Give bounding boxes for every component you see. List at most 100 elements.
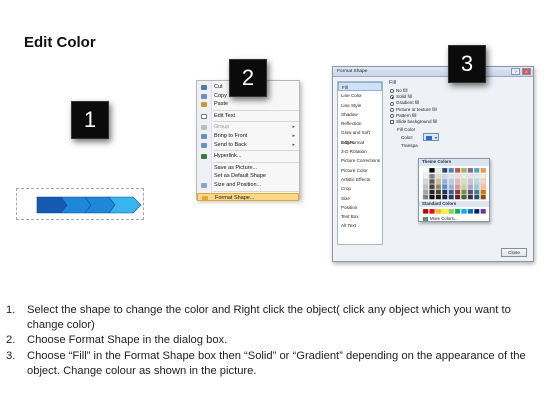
color-swatch[interactable]: [442, 168, 448, 173]
color-swatch[interactable]: [454, 189, 461, 195]
color-swatch[interactable]: [429, 168, 435, 173]
menu-item-paste[interactable]: Paste: [197, 100, 299, 109]
chevron-arrow-shape[interactable]: [17, 189, 145, 221]
color-swatch[interactable]: [423, 173, 429, 179]
standard-color-swatch[interactable]: [448, 209, 454, 214]
standard-color-swatch[interactable]: [429, 209, 435, 214]
color-swatch[interactable]: [467, 179, 474, 184]
category-3-d-rotation[interactable]: 3-D Rotation: [338, 147, 382, 156]
color-swatch[interactable]: [423, 194, 429, 200]
color-swatch[interactable]: [448, 194, 454, 200]
color-swatch[interactable]: [429, 194, 435, 200]
color-swatch[interactable]: [467, 194, 474, 200]
category-picture-corrections[interactable]: Picture Corrections: [338, 156, 382, 165]
color-swatch[interactable]: [461, 179, 467, 184]
color-swatch[interactable]: [467, 189, 474, 195]
standard-color-swatch[interactable]: [435, 209, 442, 214]
color-swatch[interactable]: [480, 179, 486, 184]
category-size[interactable]: Size: [338, 194, 382, 203]
color-swatch[interactable]: [474, 168, 480, 173]
menu-item-format-shape[interactable]: Format Shape...: [197, 192, 299, 202]
color-swatch[interactable]: [461, 194, 467, 200]
menu-item-send-to-back[interactable]: Send to Back ▸: [197, 141, 299, 150]
category-shadow[interactable]: Shadow: [338, 110, 382, 119]
color-swatch[interactable]: [454, 194, 461, 200]
menu-item-set-as-default-shape[interactable]: Set as Default Shape: [197, 172, 299, 181]
category-position[interactable]: Position: [338, 203, 382, 212]
category-reflection[interactable]: Reflection: [338, 119, 382, 128]
standard-color-swatch[interactable]: [442, 209, 448, 214]
close-x-button[interactable]: X: [522, 68, 531, 75]
more-colors-option[interactable]: More Colors...: [423, 216, 458, 222]
color-swatch[interactable]: [429, 184, 435, 190]
standard-color-swatch[interactable]: [467, 209, 474, 214]
category-picture-color[interactable]: Picture Color: [338, 166, 382, 175]
selected-shape[interactable]: [16, 188, 144, 220]
category-crop[interactable]: Crop: [338, 184, 382, 193]
color-swatch[interactable]: [423, 168, 429, 173]
color-swatch[interactable]: [435, 179, 442, 184]
color-swatch[interactable]: [435, 194, 442, 200]
standard-color-swatch[interactable]: [454, 209, 461, 214]
category-artistic-effects[interactable]: Artistic Effects: [338, 175, 382, 184]
color-swatch[interactable]: [442, 189, 448, 195]
standard-color-swatch[interactable]: [461, 209, 467, 214]
category-line-color[interactable]: Line Color: [338, 91, 382, 100]
color-swatch[interactable]: [435, 173, 442, 179]
color-swatch[interactable]: [454, 173, 461, 179]
color-picker-button[interactable]: ▾: [423, 133, 439, 142]
color-swatch[interactable]: [480, 194, 486, 200]
color-swatch[interactable]: [423, 189, 429, 195]
standard-color-swatch[interactable]: [474, 209, 480, 214]
category-fill[interactable]: Fill: [338, 82, 382, 92]
category-line-style[interactable]: Line Style: [338, 101, 382, 110]
color-swatch[interactable]: [467, 168, 474, 173]
color-swatch[interactable]: [429, 189, 435, 195]
menu-item-hyperlink[interactable]: Hyperlink...: [197, 152, 299, 161]
menu-item-edit-text[interactable]: Edit Text: [197, 112, 299, 121]
help-button[interactable]: ?: [511, 68, 520, 75]
color-swatch[interactable]: [474, 184, 480, 190]
color-swatch[interactable]: [429, 173, 435, 179]
color-swatch[interactable]: [442, 179, 448, 184]
color-swatch[interactable]: [429, 179, 435, 184]
color-swatch[interactable]: [480, 168, 486, 173]
color-swatch[interactable]: [448, 184, 454, 190]
color-swatch[interactable]: [454, 184, 461, 190]
color-swatch[interactable]: [454, 179, 461, 184]
color-swatch[interactable]: [423, 179, 429, 184]
color-swatch[interactable]: [423, 184, 429, 190]
color-swatch[interactable]: [448, 173, 454, 179]
color-swatch[interactable]: [467, 184, 474, 190]
color-swatch[interactable]: [480, 189, 486, 195]
color-swatch[interactable]: [442, 173, 448, 179]
color-swatch[interactable]: [442, 184, 448, 190]
color-swatch[interactable]: [448, 179, 454, 184]
color-swatch[interactable]: [435, 168, 442, 173]
color-swatch[interactable]: [448, 189, 454, 195]
color-swatch[interactable]: [474, 189, 480, 195]
color-swatch[interactable]: [474, 179, 480, 184]
color-swatch[interactable]: [467, 173, 474, 179]
category-3-d-format[interactable]: 3-D Format: [338, 138, 382, 147]
menu-item-save-as-picture[interactable]: Save as Picture...: [197, 164, 299, 173]
color-swatch[interactable]: [480, 184, 486, 190]
standard-color-swatch[interactable]: [423, 209, 429, 214]
color-swatch[interactable]: [461, 184, 467, 190]
category-text-box[interactable]: Text Box: [338, 212, 382, 221]
color-swatch[interactable]: [442, 194, 448, 200]
menu-item-group[interactable]: Group ▸: [197, 123, 299, 132]
color-swatch[interactable]: [474, 194, 480, 200]
color-swatch[interactable]: [461, 189, 467, 195]
category-glow-and-soft-edges[interactable]: Glow and Soft Edges: [338, 128, 382, 144]
color-swatch[interactable]: [435, 189, 442, 195]
color-swatch[interactable]: [474, 173, 480, 179]
close-button[interactable]: Close: [501, 248, 527, 257]
menu-item-size-and-position[interactable]: Size and Position...: [197, 181, 299, 190]
slide-background-checkbox[interactable]: Slide background fill: [389, 119, 531, 125]
color-swatch[interactable]: [454, 168, 461, 173]
color-swatch[interactable]: [448, 168, 454, 173]
category-alt-text[interactable]: Alt Text: [338, 221, 382, 230]
color-swatch[interactable]: [435, 184, 442, 190]
color-swatch[interactable]: [461, 168, 467, 173]
